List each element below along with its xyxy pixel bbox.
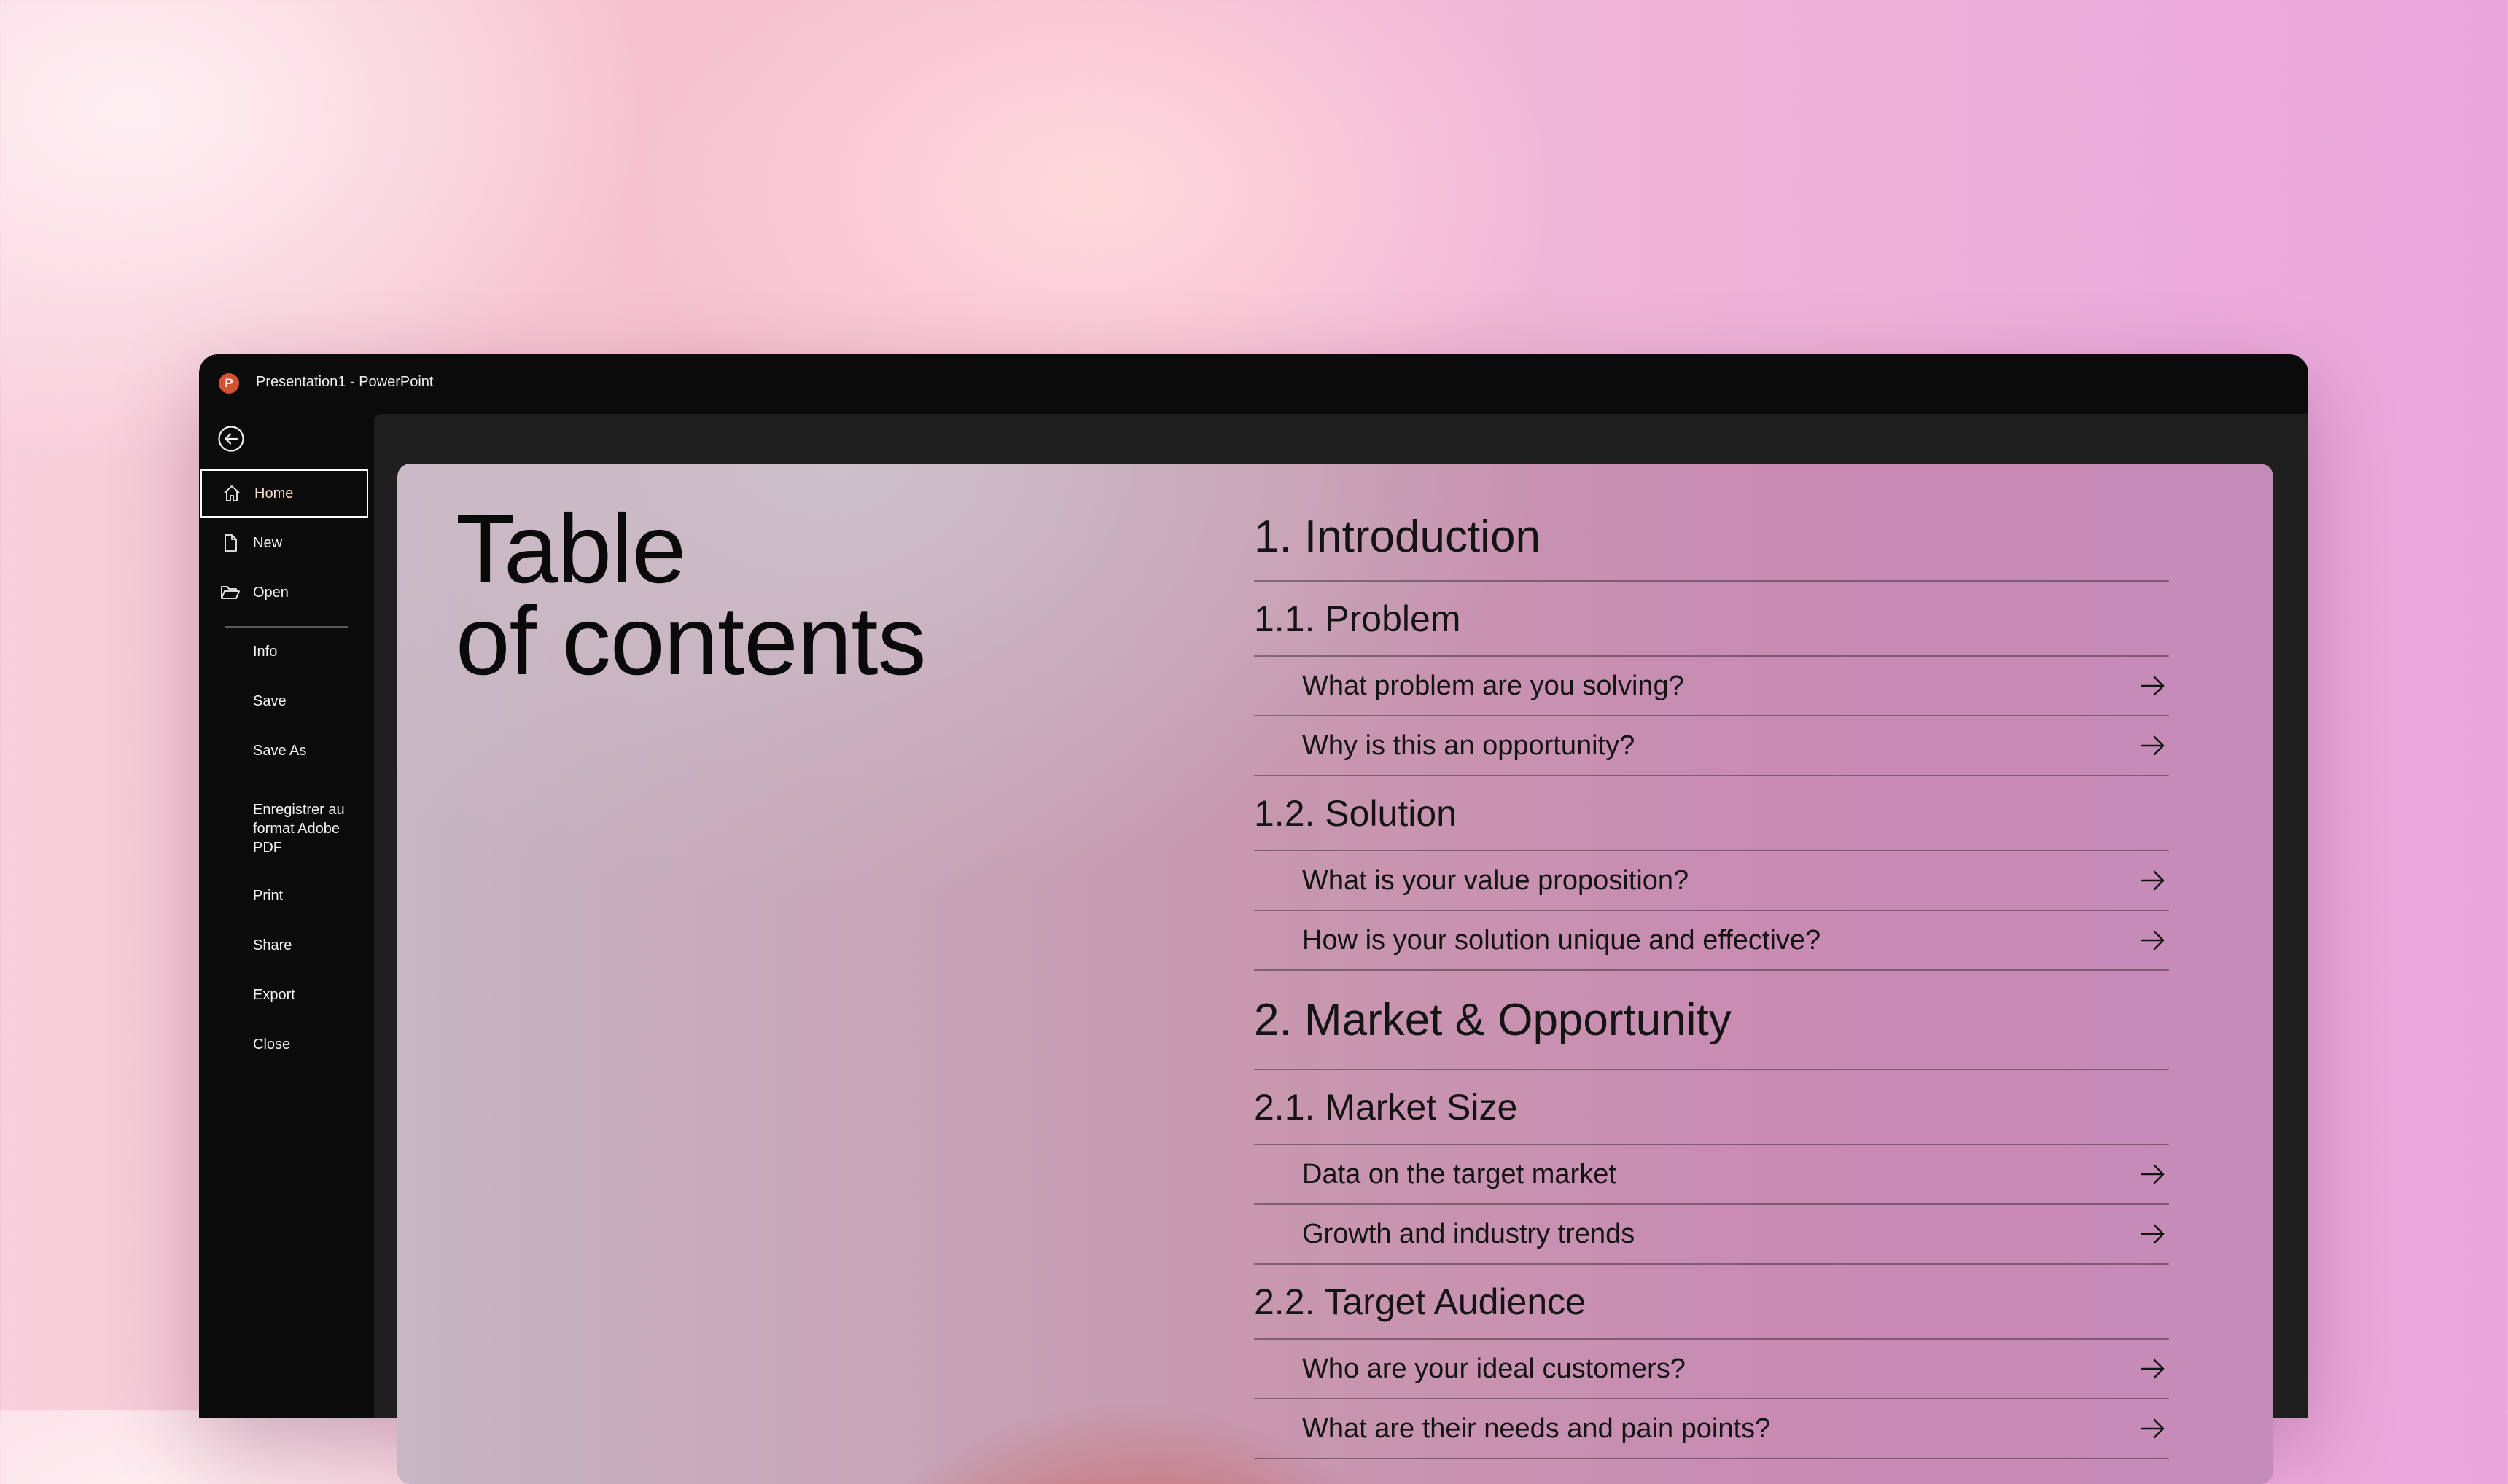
slide-preview[interactable]: Table of contents 1. Introduction 1.1. P…	[397, 464, 2273, 1484]
arrow-right-icon	[2141, 1359, 2165, 1379]
toc-link-row[interactable]: Who are your ideal customers?	[1254, 1340, 2169, 1399]
sidebar-divider	[225, 626, 348, 628]
toc-section-heading[interactable]: 1. Introduction	[1254, 493, 2169, 582]
toc-heading-label: 1.2. Solution	[1254, 792, 1457, 834]
folder-open-icon	[220, 582, 241, 603]
sidebar-item-close[interactable]: Close	[253, 1035, 355, 1054]
arrow-right-icon	[2141, 1164, 2165, 1184]
toc-link-label: What is your value proposition?	[1302, 864, 1689, 896]
sidebar-item-save[interactable]: Save	[253, 692, 355, 711]
toc-link-row[interactable]: Why is this an opportunity?	[1254, 716, 2169, 776]
toc-link-row[interactable]: What are their needs and pain points?	[1254, 1399, 2169, 1459]
toc-link-row[interactable]: Data on the target market	[1254, 1145, 2169, 1205]
powerpoint-logo-icon: P	[219, 373, 239, 394]
toc-heading-label: 2. Market & Opportunity	[1254, 994, 1732, 1045]
toc-subsection-heading[interactable]: 2.1. Market Size	[1254, 1070, 2169, 1145]
arrow-right-icon	[2141, 930, 2165, 950]
window-title: Presentation1 - PowerPoint	[256, 374, 434, 390]
toc-link-label: What problem are you solving?	[1302, 670, 1684, 701]
toc-link-label: Growth and industry trends	[1302, 1218, 1635, 1249]
toc-heading-label: 1. Introduction	[1254, 511, 1541, 562]
toc-heading-label: 2.1. Market Size	[1254, 1086, 1518, 1128]
arrow-right-icon	[2141, 870, 2165, 891]
title-bar: P Presentation1 - PowerPoint	[199, 354, 2308, 414]
arrow-right-icon	[2141, 1418, 2165, 1439]
back-button[interactable]	[217, 424, 246, 453]
slide-title: Table of contents	[456, 501, 927, 690]
sidebar-item-share[interactable]: Share	[253, 936, 355, 955]
toc-link-row[interactable]: What is your value proposition?	[1254, 851, 2169, 911]
arrow-right-icon	[2141, 1224, 2165, 1244]
toc-link-label: What are their needs and pain points?	[1302, 1413, 1771, 1444]
toc-link-label: Why is this an opportunity?	[1302, 730, 1635, 761]
slide-title-line-2: of contents	[456, 587, 927, 695]
toc-subsection-heading[interactable]: 1.1. Problem	[1254, 582, 2169, 657]
sidebar-item-print[interactable]: Print	[253, 886, 355, 905]
sidebar-item-label: Home	[254, 485, 294, 501]
sidebar-item-save-as[interactable]: Save As	[253, 741, 355, 760]
sidebar-item-save-adobe-pdf[interactable]: Enregistrer au format Adobe PDF	[253, 800, 355, 857]
arrow-right-icon	[2141, 735, 2165, 756]
toc-subsection-heading[interactable]: 1.2. Solution	[1254, 776, 2169, 851]
toc-link-label: How is your solution unique and effectiv…	[1302, 924, 1821, 956]
home-icon	[222, 483, 242, 504]
toc-heading-label: 2.2. Target Audience	[1254, 1281, 1586, 1322]
sidebar-item-info[interactable]: Info	[253, 642, 355, 661]
toc-link-label: Who are your ideal customers?	[1302, 1353, 1686, 1384]
sidebar-item-label: New	[253, 534, 283, 551]
sidebar-item-new[interactable]: New	[200, 519, 368, 567]
back-arrow-circle-icon	[218, 426, 244, 452]
toc-subsection-heading[interactable]: 2.2. Target Audience	[1254, 1265, 2169, 1340]
sidebar-item-home[interactable]: Home	[200, 469, 368, 518]
toc-heading-label: 1.1. Problem	[1254, 598, 1461, 639]
sidebar-item-label: Open	[253, 584, 289, 601]
new-file-icon	[220, 533, 241, 553]
toc-link-row[interactable]: How is your solution unique and effectiv…	[1254, 911, 2169, 971]
arrow-right-icon	[2141, 676, 2165, 696]
toc-section-heading[interactable]: 2. Market & Opportunity	[1254, 971, 2169, 1070]
toc-link-row[interactable]: Growth and industry trends	[1254, 1205, 2169, 1265]
toc-link-label: Data on the target market	[1302, 1158, 1616, 1190]
sidebar-item-export[interactable]: Export	[253, 985, 355, 1004]
sidebar-item-open[interactable]: Open	[200, 569, 368, 617]
toc-link-row[interactable]: What problem are you solving?	[1254, 657, 2169, 716]
